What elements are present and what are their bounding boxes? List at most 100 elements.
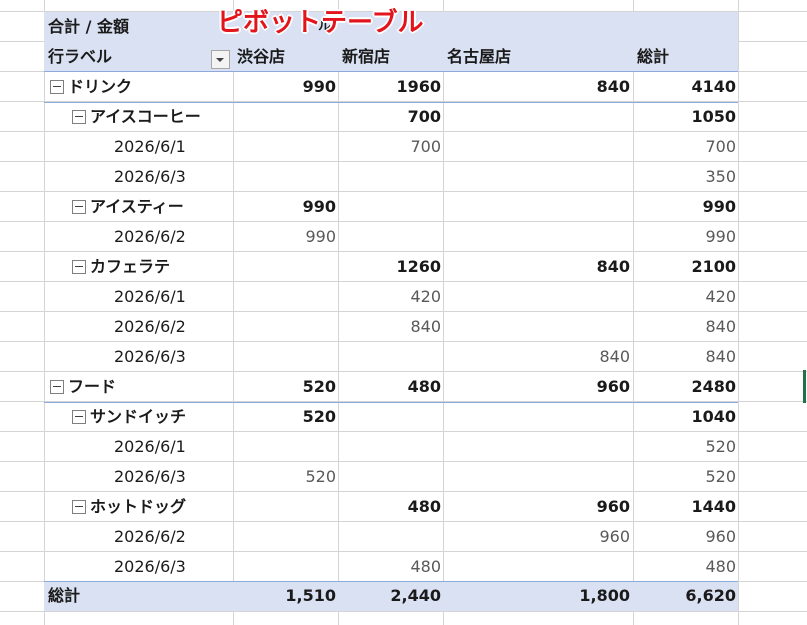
value-cell-shibuya[interactable] [236,432,336,462]
row-label-cell[interactable]: ドリンク [50,72,132,102]
value-cell-nagoya[interactable]: 960 [530,492,630,522]
value-cell-grand-total[interactable]: 960 [636,522,736,552]
value-cell-shinjuku[interactable] [341,522,441,552]
value-cell-shibuya[interactable] [236,132,336,162]
value-cell-nagoya[interactable] [530,282,630,312]
value-cell-grand-total[interactable]: 700 [636,132,736,162]
value-cell-shibuya[interactable] [236,252,336,282]
row-label-cell[interactable]: ホットドッグ [72,492,186,522]
pivot-row[interactable]: アイスコーヒー 700 1050 [44,102,738,132]
pivot-row[interactable]: 2026/6/2 960 960 [44,522,738,552]
value-cell-shibuya[interactable] [236,282,336,312]
value-cell-grand-total[interactable]: 520 [636,462,736,492]
value-cell-nagoya[interactable]: 960 [530,372,630,402]
value-cell-nagoya[interactable]: 840 [530,72,630,102]
value-cell-nagoya[interactable] [530,222,630,252]
pivot-row[interactable]: サンドイッチ 520 1040 [44,402,738,432]
pivot-row[interactable]: 2026/6/1 420 420 [44,282,738,312]
row-labels-header[interactable]: 行ラベル [48,42,112,72]
value-cell-shibuya[interactable] [236,522,336,552]
value-cell-shinjuku[interactable] [341,402,441,432]
value-cell-nagoya[interactable]: 840 [530,342,630,372]
pivot-row[interactable]: 2026/6/2 840 840 [44,312,738,342]
value-cell-grand-total[interactable]: 2100 [636,252,736,282]
value-cell-shibuya[interactable]: 520 [236,372,336,402]
collapse-toggle-icon[interactable] [50,379,64,394]
value-cell-shinjuku[interactable]: 700 [341,102,441,132]
grand-total-nagoya[interactable]: 1,800 [530,581,630,611]
value-cell-shibuya[interactable] [236,342,336,372]
value-cell-shinjuku[interactable] [341,462,441,492]
collapse-toggle-icon[interactable] [72,109,86,124]
value-cell-nagoya[interactable] [530,402,630,432]
value-cell-grand-total[interactable]: 2480 [636,372,736,402]
value-cell-nagoya[interactable] [530,132,630,162]
value-cell-shinjuku[interactable] [341,342,441,372]
value-cell-shibuya[interactable] [236,492,336,522]
row-label-cell[interactable]: 2026/6/2 [114,222,186,252]
grand-total-shibuya[interactable]: 1,510 [236,581,336,611]
value-cell-nagoya[interactable]: 840 [530,252,630,282]
pivot-row[interactable]: ドリンク 990 1960 840 4140 [44,72,738,102]
row-label-cell[interactable]: 2026/6/2 [114,522,186,552]
row-label-cell[interactable]: フード [50,372,116,402]
pivot-row[interactable]: 2026/6/3 480 480 [44,552,738,582]
value-cell-grand-total[interactable]: 1040 [636,402,736,432]
value-cell-shinjuku[interactable]: 1260 [341,252,441,282]
value-cell-grand-total[interactable]: 4140 [636,72,736,102]
pivot-row[interactable]: カフェラテ 1260 840 2100 [44,252,738,282]
grand-total-row[interactable]: 総計 1,510 2,440 1,800 6,620 [44,581,738,611]
row-label-cell[interactable]: 2026/6/3 [114,342,186,372]
grand-total-overall[interactable]: 6,620 [636,581,736,611]
value-cell-shinjuku[interactable]: 480 [341,492,441,522]
row-label-cell[interactable]: サンドイッチ [72,402,186,432]
row-label-cell[interactable]: 2026/6/1 [114,282,186,312]
value-cell-grand-total[interactable]: 990 [636,192,736,222]
value-cell-shinjuku[interactable] [341,162,441,192]
column-header-shinjuku[interactable]: 新宿店 [342,42,390,72]
value-cell-shibuya[interactable]: 990 [236,72,336,102]
value-cell-grand-total[interactable]: 1050 [636,102,736,132]
value-cell-grand-total[interactable]: 420 [636,282,736,312]
value-cell-grand-total[interactable]: 1440 [636,492,736,522]
pivot-row[interactable]: アイスティー 990 990 [44,192,738,222]
column-header-nagoya[interactable]: 名古屋店 [447,42,511,72]
pivot-row[interactable]: 2026/6/3 520 520 [44,462,738,492]
pivot-row[interactable]: フード 520 480 960 2480 [44,372,738,402]
value-cell-shinjuku[interactable] [341,222,441,252]
row-label-cell[interactable]: 2026/6/2 [114,312,186,342]
value-cell-nagoya[interactable] [530,162,630,192]
value-cell-shibuya[interactable] [236,312,336,342]
value-cell-shinjuku[interactable]: 480 [341,372,441,402]
spreadsheet-grid[interactable]: 合計 / 金額 ル 行ラベル 渋谷店 新宿店 名古屋店 総計 ドリンク 990 19… [0,0,807,625]
value-cell-shinjuku[interactable]: 480 [341,552,441,582]
value-cell-shinjuku[interactable]: 700 [341,132,441,162]
value-cell-shibuya[interactable] [236,162,336,192]
value-cell-nagoya[interactable] [530,102,630,132]
pivot-row[interactable]: 2026/6/3 350 [44,162,738,192]
row-label-cell[interactable]: 2026/6/3 [114,552,186,582]
value-cell-shinjuku[interactable]: 840 [341,312,441,342]
pivot-row[interactable]: 2026/6/2 990 990 [44,222,738,252]
row-label-cell[interactable]: アイスコーヒー [72,102,201,132]
value-cell-nagoya[interactable] [530,552,630,582]
collapse-toggle-icon[interactable] [72,409,86,424]
value-cell-grand-total[interactable]: 990 [636,222,736,252]
row-label-cell[interactable]: 2026/6/3 [114,462,186,492]
value-cell-shinjuku[interactable] [341,432,441,462]
value-cell-shibuya[interactable]: 990 [236,222,336,252]
value-cell-nagoya[interactable] [530,462,630,492]
column-header-grand-total[interactable]: 総計 [637,42,669,72]
value-cell-grand-total[interactable]: 520 [636,432,736,462]
pivot-row[interactable]: 2026/6/3 840 840 [44,342,738,372]
value-cell-shinjuku[interactable] [341,192,441,222]
value-cell-grand-total[interactable]: 350 [636,162,736,192]
value-cell-grand-total[interactable]: 840 [636,342,736,372]
value-field-label[interactable]: 合計 / 金額 [48,12,129,42]
pivot-row[interactable]: ホットドッグ 480 960 1440 [44,492,738,522]
value-cell-grand-total[interactable]: 840 [636,312,736,342]
value-cell-shinjuku[interactable]: 420 [341,282,441,312]
row-filter-dropdown-button[interactable] [211,50,230,69]
value-cell-nagoya[interactable] [530,312,630,342]
row-label-cell[interactable]: 2026/6/1 [114,432,186,462]
